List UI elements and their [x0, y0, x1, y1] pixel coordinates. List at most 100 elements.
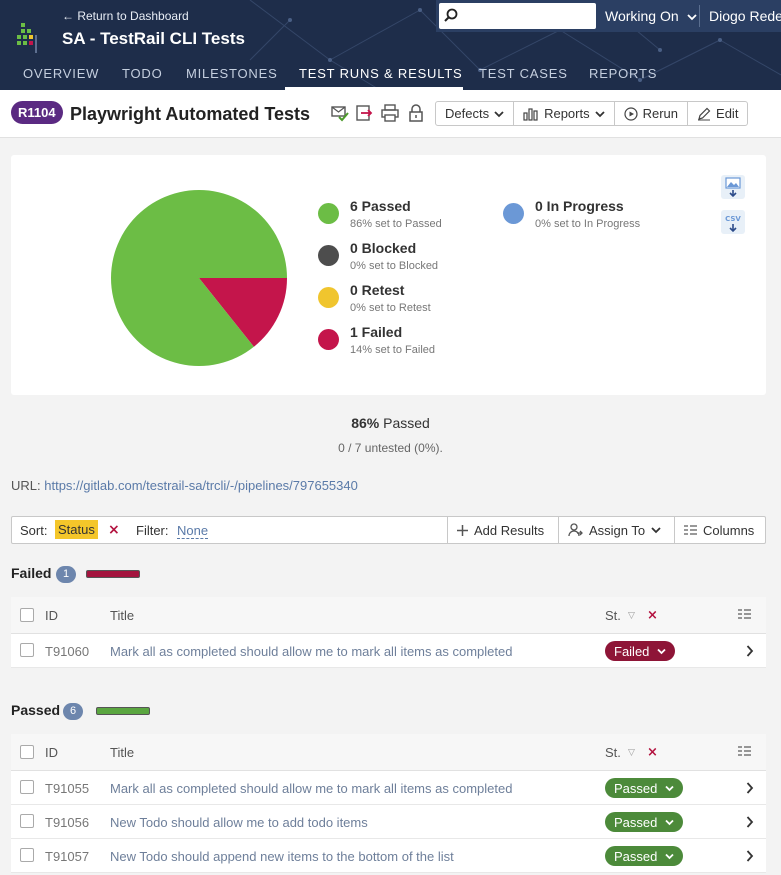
test-title-link[interactable]: Mark all as completed should allow me to…: [110, 644, 512, 659]
status-dropdown[interactable]: Failed: [605, 641, 676, 661]
section-count-badge: 6: [63, 703, 83, 720]
add-results-label: Add Results: [474, 522, 545, 538]
rerun-button[interactable]: Rerun: [615, 102, 689, 125]
email-check-icon[interactable]: [331, 104, 349, 122]
chevron-right-icon[interactable]: [746, 782, 754, 794]
chevron-right-icon[interactable]: [746, 645, 754, 657]
select-all-checkbox[interactable]: [20, 608, 34, 622]
tab-overview[interactable]: OVERVIEW: [23, 66, 99, 81]
search-input[interactable]: [461, 6, 591, 26]
reports-label: Reports: [544, 106, 590, 121]
chevron-down-icon: [651, 527, 661, 534]
table-row[interactable]: T91055 Mark all as completed should allo…: [11, 771, 766, 805]
remove-column-icon[interactable]: ×: [647, 745, 658, 760]
working-on-label: Working On: [605, 8, 679, 24]
columns-icon[interactable]: [738, 608, 751, 620]
chevron-down-icon: [686, 14, 697, 21]
sort-value[interactable]: Status: [55, 520, 98, 539]
passed-tests-table: ID Title St. ▽ × T91055 Mark all as comp…: [11, 734, 766, 873]
legend-dot: [318, 245, 339, 266]
table-row[interactable]: T91057 New Todo should append new items …: [11, 839, 766, 873]
test-title-link[interactable]: Mark all as completed should allow me to…: [110, 781, 512, 796]
tab-milestones[interactable]: MILESTONES: [186, 66, 278, 81]
filter-label: Filter:: [136, 523, 169, 538]
table-row[interactable]: T91060 Mark all as completed should allo…: [11, 634, 766, 668]
section-title: Failed: [11, 565, 52, 581]
print-icon[interactable]: [381, 104, 399, 122]
sort-caret-icon[interactable]: ▽: [628, 611, 635, 621]
project-title: SA - TestRail CLI Tests: [62, 29, 245, 48]
defects-label: Defects: [445, 106, 490, 121]
column-header-id[interactable]: ID: [45, 745, 58, 760]
edit-button[interactable]: Edit: [688, 102, 747, 125]
legend-sub: 0% set to Retest: [350, 302, 431, 314]
tab-test-runs-results[interactable]: TEST RUNS & RESULTS: [299, 66, 463, 81]
filter-value[interactable]: None: [177, 523, 209, 539]
assign-to-button[interactable]: Assign To: [558, 517, 670, 543]
status-label: Passed: [614, 780, 658, 796]
row-checkbox[interactable]: [20, 643, 34, 657]
status-dropdown[interactable]: Passed: [605, 812, 684, 832]
sort-caret-icon[interactable]: ▽: [628, 748, 635, 758]
select-all-checkbox[interactable]: [20, 745, 34, 759]
assign-to-label: Assign To: [589, 522, 646, 538]
legend-label: 6 Passed: [350, 198, 411, 214]
legend-dot: [318, 287, 339, 308]
row-checkbox[interactable]: [20, 780, 34, 794]
run-id-badge: R1104: [11, 101, 63, 124]
image-download-icon[interactable]: [721, 175, 745, 199]
status-dropdown[interactable]: Passed: [605, 846, 684, 866]
column-header-title[interactable]: Title: [110, 608, 134, 623]
column-header-id[interactable]: ID: [45, 608, 58, 623]
return-to-dashboard-link[interactable]: ← Return to Dashboard: [62, 9, 189, 23]
test-id: T91060: [45, 644, 90, 659]
test-title-link[interactable]: New Todo should append new items to the …: [110, 849, 454, 864]
status-dropdown[interactable]: Passed: [605, 778, 684, 798]
columns-icon[interactable]: [738, 745, 751, 757]
test-title-link[interactable]: New Todo should allow me to add todo ite…: [110, 815, 368, 830]
clear-sort-icon[interactable]: ×: [108, 522, 120, 538]
lock-icon[interactable]: [407, 104, 425, 122]
table-header: ID Title St. ▽ ×: [11, 597, 766, 634]
chevron-down-icon: [594, 110, 605, 117]
testrail-logo[interactable]: [17, 23, 39, 53]
legend-dot: [318, 203, 339, 224]
legend-sub: 14% set to Failed: [350, 344, 435, 356]
column-header-status[interactable]: St.: [605, 745, 621, 760]
csv-download-icon[interactable]: CSV: [721, 210, 745, 234]
chevron-down-icon: [657, 648, 667, 654]
legend-label: 0 Retest: [350, 282, 405, 298]
columns-icon: [684, 525, 697, 535]
legend-dot: [503, 203, 524, 224]
defects-button[interactable]: Defects: [436, 102, 515, 125]
play-circle-icon: [624, 106, 638, 121]
pencil-icon: [698, 107, 711, 120]
chevron-right-icon[interactable]: [746, 816, 754, 828]
export-icon[interactable]: [355, 104, 373, 122]
row-checkbox[interactable]: [20, 848, 34, 862]
remove-column-icon[interactable]: ×: [647, 608, 658, 623]
tab-reports[interactable]: REPORTS: [589, 66, 657, 81]
test-id: T91057: [45, 849, 90, 864]
run-url: URL: https://gitlab.com/testrail-sa/trcl…: [11, 478, 358, 493]
column-header-status[interactable]: St.: [605, 608, 621, 623]
columns-button[interactable]: Columns: [674, 517, 763, 543]
row-checkbox[interactable]: [20, 814, 34, 828]
table-row[interactable]: T91056 New Todo should allow me to add t…: [11, 805, 766, 839]
reports-button[interactable]: Reports: [514, 102, 615, 125]
add-results-button[interactable]: Add Results: [447, 517, 553, 543]
chevron-right-icon[interactable]: [746, 850, 754, 862]
results-chart-card: 6 Passed 86% set to Passed 0 Blocked 0% …: [11, 155, 766, 395]
chevron-down-icon: [665, 853, 675, 859]
table-header: ID Title St. ▽ ×: [11, 734, 766, 771]
user-menu[interactable]: Diogo Rede: [709, 8, 781, 24]
search-box[interactable]: [439, 3, 596, 29]
tab-todo[interactable]: TODO: [122, 66, 163, 81]
url-label: URL:: [11, 478, 41, 493]
column-header-title[interactable]: Title: [110, 745, 134, 760]
tab-test-cases[interactable]: TEST CASES: [479, 66, 568, 81]
working-on-dropdown[interactable]: Working On: [605, 8, 697, 24]
legend-label: 0 In Progress: [535, 198, 624, 214]
pipeline-url-link[interactable]: https://gitlab.com/testrail-sa/trcli/-/p…: [44, 478, 358, 493]
edit-label: Edit: [716, 106, 739, 121]
